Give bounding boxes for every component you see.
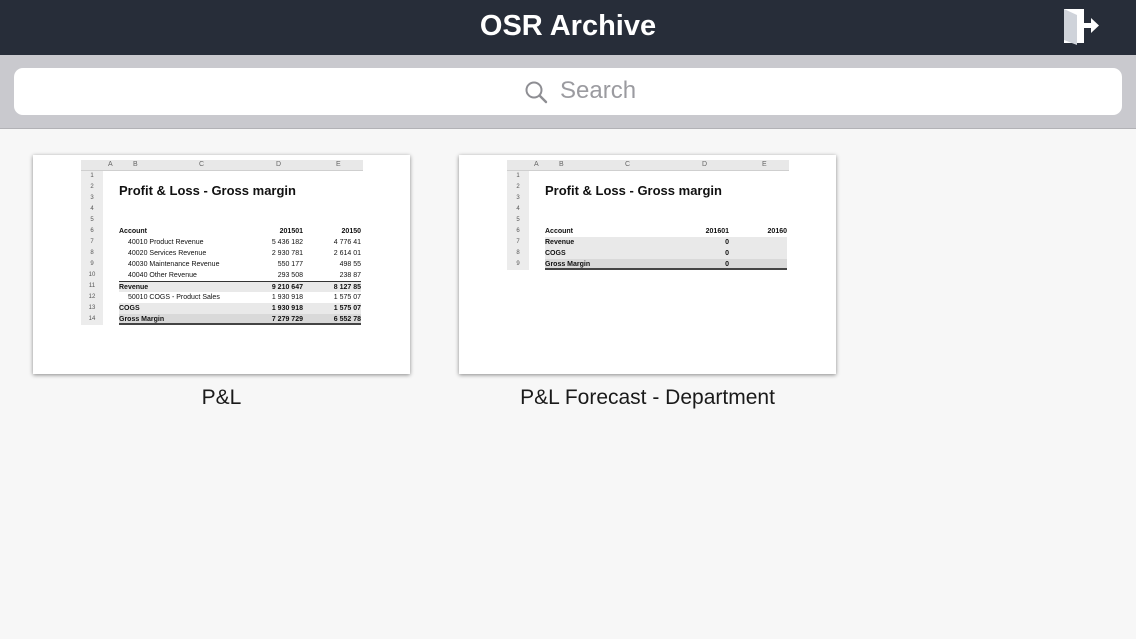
sheet-row: 50010 COGS - Product Sales 1 930 918 1 5… <box>128 294 361 301</box>
column-label: D <box>276 161 282 168</box>
sheet-total-row: Gross Margin 7 279 729 6 552 78 <box>119 314 361 325</box>
report-thumbnail[interactable]: A B C D E 1234567 89 Profit & Loss - Gro… <box>459 155 836 374</box>
navigation-bar: OSR Archive <box>0 0 1136 55</box>
exit-door-icon[interactable] <box>1060 7 1102 47</box>
report-thumbnail[interactable]: A B C D E 1234567 8 9 10 11 12 13 14 Profit & … <box>33 155 410 374</box>
search-icon <box>524 80 548 104</box>
report-card-pl[interactable]: A B C D E 1234567 8 9 10 11 12 13 14 Profit & … <box>33 155 410 411</box>
report-card-pl-forecast[interactable]: A B C D E 1234567 89 Profit & Loss - Gro… <box>459 155 836 411</box>
column-label: B <box>559 161 564 168</box>
sheet-total-row: COGS 1 930 918 1 575 07 <box>119 303 361 314</box>
column-header: A B C D E <box>507 160 789 171</box>
column-label: C <box>625 161 631 168</box>
sheet-total-row: COGS 0 <box>545 248 787 259</box>
report-caption[interactable]: P&L <box>33 385 410 411</box>
column-label: A <box>534 161 539 168</box>
column-label: B <box>133 161 138 168</box>
sheet-total-row: Revenue 9 210 647 8 127 85 <box>119 281 361 292</box>
sheet-row: 40010 Product Revenue 5 436 182 4 776 41 <box>128 239 361 246</box>
report-caption[interactable]: P&L Forecast - Department <box>459 385 836 411</box>
sheet-row: 40030 Maintenance Revenue 550 177 498 55 <box>128 261 361 268</box>
column-label: D <box>702 161 708 168</box>
sheet-total-row: Revenue 0 <box>545 237 787 248</box>
sheet-row: 40020 Services Revenue 2 930 781 2 614 0… <box>128 250 361 257</box>
spreadsheet-preview: A B C D E 1234567 89 Profit & Loss - Gro… <box>507 160 789 270</box>
sheet-title: Profit & Loss - Gross margin <box>119 183 296 198</box>
row-numbers: 1234567 8 9 10 11 12 13 14 <box>81 171 103 325</box>
row-numbers: 1234567 89 <box>507 171 529 270</box>
spreadsheet-preview: A B C D E 1234567 8 9 10 11 12 13 14 Profit & … <box>81 160 363 325</box>
sheet-header-row: Account 201601 20160 <box>545 228 787 235</box>
sheet-header-row: Account 201501 20150 <box>119 228 361 235</box>
sheet-title: Profit & Loss - Gross margin <box>545 183 722 198</box>
column-label: E <box>336 161 341 168</box>
column-label: A <box>108 161 113 168</box>
sheet-total-row: Gross Margin 0 <box>545 259 787 270</box>
search-box[interactable] <box>14 68 1122 115</box>
column-header: A B C D E <box>81 160 363 171</box>
column-label: E <box>762 161 767 168</box>
search-input[interactable] <box>560 74 960 108</box>
sheet-row: 40040 Other Revenue 293 508 238 87 <box>128 272 361 279</box>
app-title: OSR Archive <box>479 10 657 42</box>
search-bar <box>0 55 1136 129</box>
column-label: C <box>199 161 205 168</box>
